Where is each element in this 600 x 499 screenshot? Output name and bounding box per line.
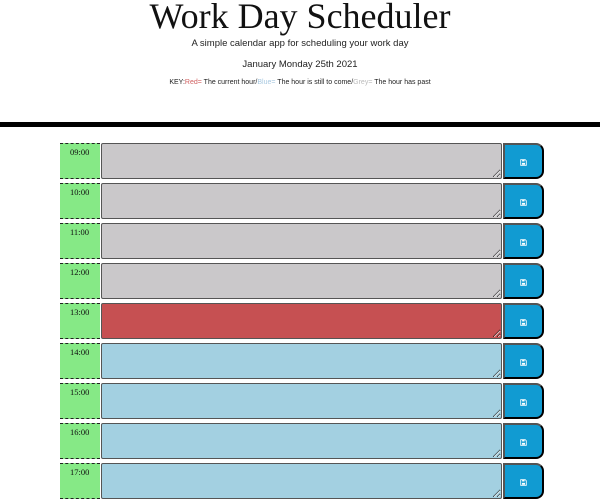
save-button[interactable]	[503, 423, 544, 459]
header-divider	[0, 122, 600, 127]
save-icon	[520, 474, 527, 489]
time-block-row: 10:00	[60, 183, 544, 219]
time-block-row: 09:00	[60, 143, 544, 179]
event-description-input[interactable]	[101, 383, 502, 419]
time-block-row: 17:00	[60, 463, 544, 499]
save-icon	[520, 394, 527, 409]
key-red-label: Red=	[184, 79, 202, 86]
save-icon	[520, 274, 527, 289]
save-button[interactable]	[503, 463, 544, 499]
key-grey-label: Grey=	[353, 79, 373, 86]
hour-label: 12:00	[60, 263, 100, 299]
current-date: January Monday 25th 2021	[242, 59, 358, 70]
save-button[interactable]	[503, 343, 544, 379]
save-button[interactable]	[503, 303, 544, 339]
time-block-row: 14:00	[60, 343, 544, 379]
event-description-input[interactable]	[101, 423, 502, 459]
event-description-input[interactable]	[101, 343, 502, 379]
save-button[interactable]	[503, 183, 544, 219]
hour-label: 11:00	[60, 223, 100, 259]
event-description-input[interactable]	[101, 143, 502, 179]
event-description-input[interactable]	[101, 183, 502, 219]
hour-label: 10:00	[60, 183, 100, 219]
save-button[interactable]	[503, 383, 544, 419]
save-icon	[520, 154, 527, 169]
save-icon	[520, 434, 527, 449]
key-grey-text: The hour has past	[372, 79, 431, 86]
hour-label: 13:00	[60, 303, 100, 339]
hour-label: 15:00	[60, 383, 100, 419]
page-subtitle: A simple calendar app for scheduling you…	[191, 38, 409, 49]
save-button[interactable]	[503, 263, 544, 299]
event-description-input[interactable]	[101, 463, 502, 499]
key-blue-text: The hour is still to come/	[275, 79, 354, 86]
time-block-row: 11:00	[60, 223, 544, 259]
page-title: Work Day Scheduler	[149, 0, 451, 36]
time-block-row: 16:00	[60, 423, 544, 459]
time-block-row: 13:00	[60, 303, 544, 339]
event-description-input[interactable]	[101, 263, 502, 299]
event-description-input[interactable]	[101, 303, 502, 339]
header: Work Day Scheduler A simple calendar app…	[0, 0, 600, 122]
hour-label: 17:00	[60, 463, 100, 499]
save-button[interactable]	[503, 143, 544, 179]
hour-label: 16:00	[60, 423, 100, 459]
time-block-row: 12:00	[60, 263, 544, 299]
key-blue-label: Blue=	[257, 79, 276, 86]
hour-label: 14:00	[60, 343, 100, 379]
save-icon	[520, 314, 527, 329]
save-button[interactable]	[503, 223, 544, 259]
hour-label: 09:00	[60, 143, 100, 179]
key-prefix: KEY:	[169, 79, 185, 86]
event-description-input[interactable]	[101, 223, 502, 259]
key-red-text: The current hour/	[201, 79, 258, 86]
save-icon	[520, 234, 527, 249]
save-icon	[520, 194, 527, 209]
color-key: KEY:Red= The current hour/Blue= The hour…	[0, 79, 600, 86]
save-icon	[520, 354, 527, 369]
time-block-row: 15:00	[60, 383, 544, 419]
